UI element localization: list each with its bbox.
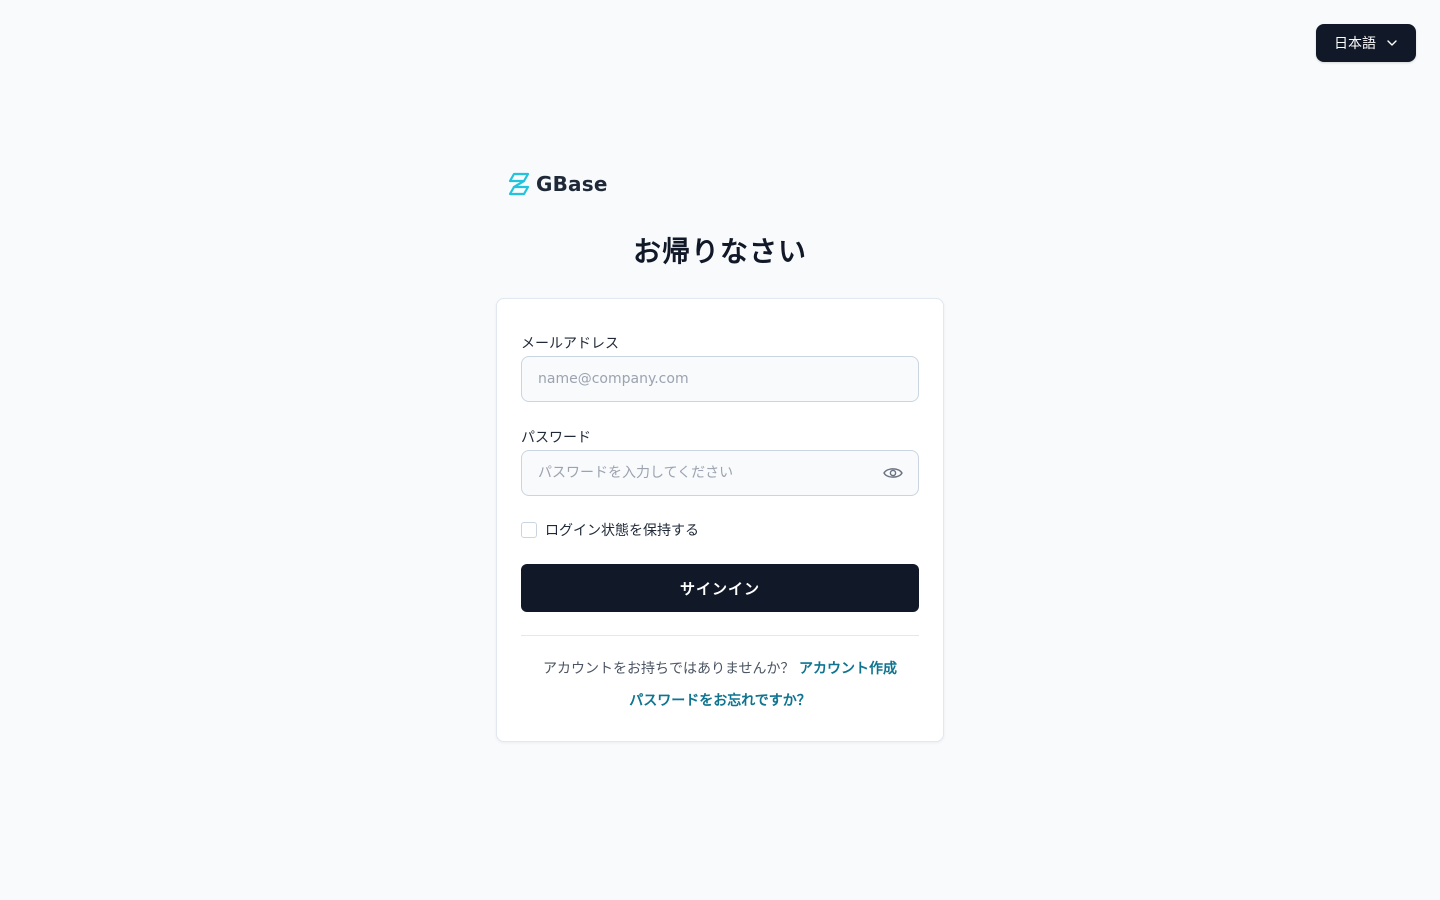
chevron-down-icon <box>1386 37 1398 49</box>
forgot-password-link[interactable]: パスワードをお忘れですか？ <box>629 693 811 709</box>
remember-me[interactable]: ログイン状態を保持する <box>521 520 699 540</box>
create-account-link[interactable]: アカウント作成 <box>799 661 897 677</box>
brand-logo: GBase <box>506 170 608 198</box>
password-label: パスワード <box>521 430 591 446</box>
language-selector[interactable]: 日本語 <box>1316 24 1416 62</box>
signup-prompt: アカウントをお持ちではありませんか？ アカウント作成 <box>497 658 943 678</box>
page-title: お帰りなさい <box>632 235 807 268</box>
language-selected-label: 日本語 <box>1334 36 1376 52</box>
forgot-password-row: パスワードをお忘れですか？ <box>497 690 943 710</box>
show-password-eye-icon[interactable] <box>881 463 905 483</box>
divider <box>521 635 919 636</box>
remember-me-label: ログイン状態を保持する <box>545 523 699 539</box>
brand-name: GBase <box>536 172 608 196</box>
email-label: メールアドレス <box>521 336 619 352</box>
email-input[interactable] <box>521 356 919 402</box>
remember-me-checkbox[interactable] <box>521 522 537 538</box>
sign-in-card: メールアドレス パスワード ログイン状態を保持する サインイン アカウントをお持… <box>496 298 944 742</box>
password-input[interactable] <box>521 450 919 496</box>
no-account-text: アカウントをお持ちではありませんか？ <box>542 661 795 677</box>
gbase-logo-icon <box>506 171 532 197</box>
sign-in-button[interactable]: サインイン <box>521 564 919 612</box>
